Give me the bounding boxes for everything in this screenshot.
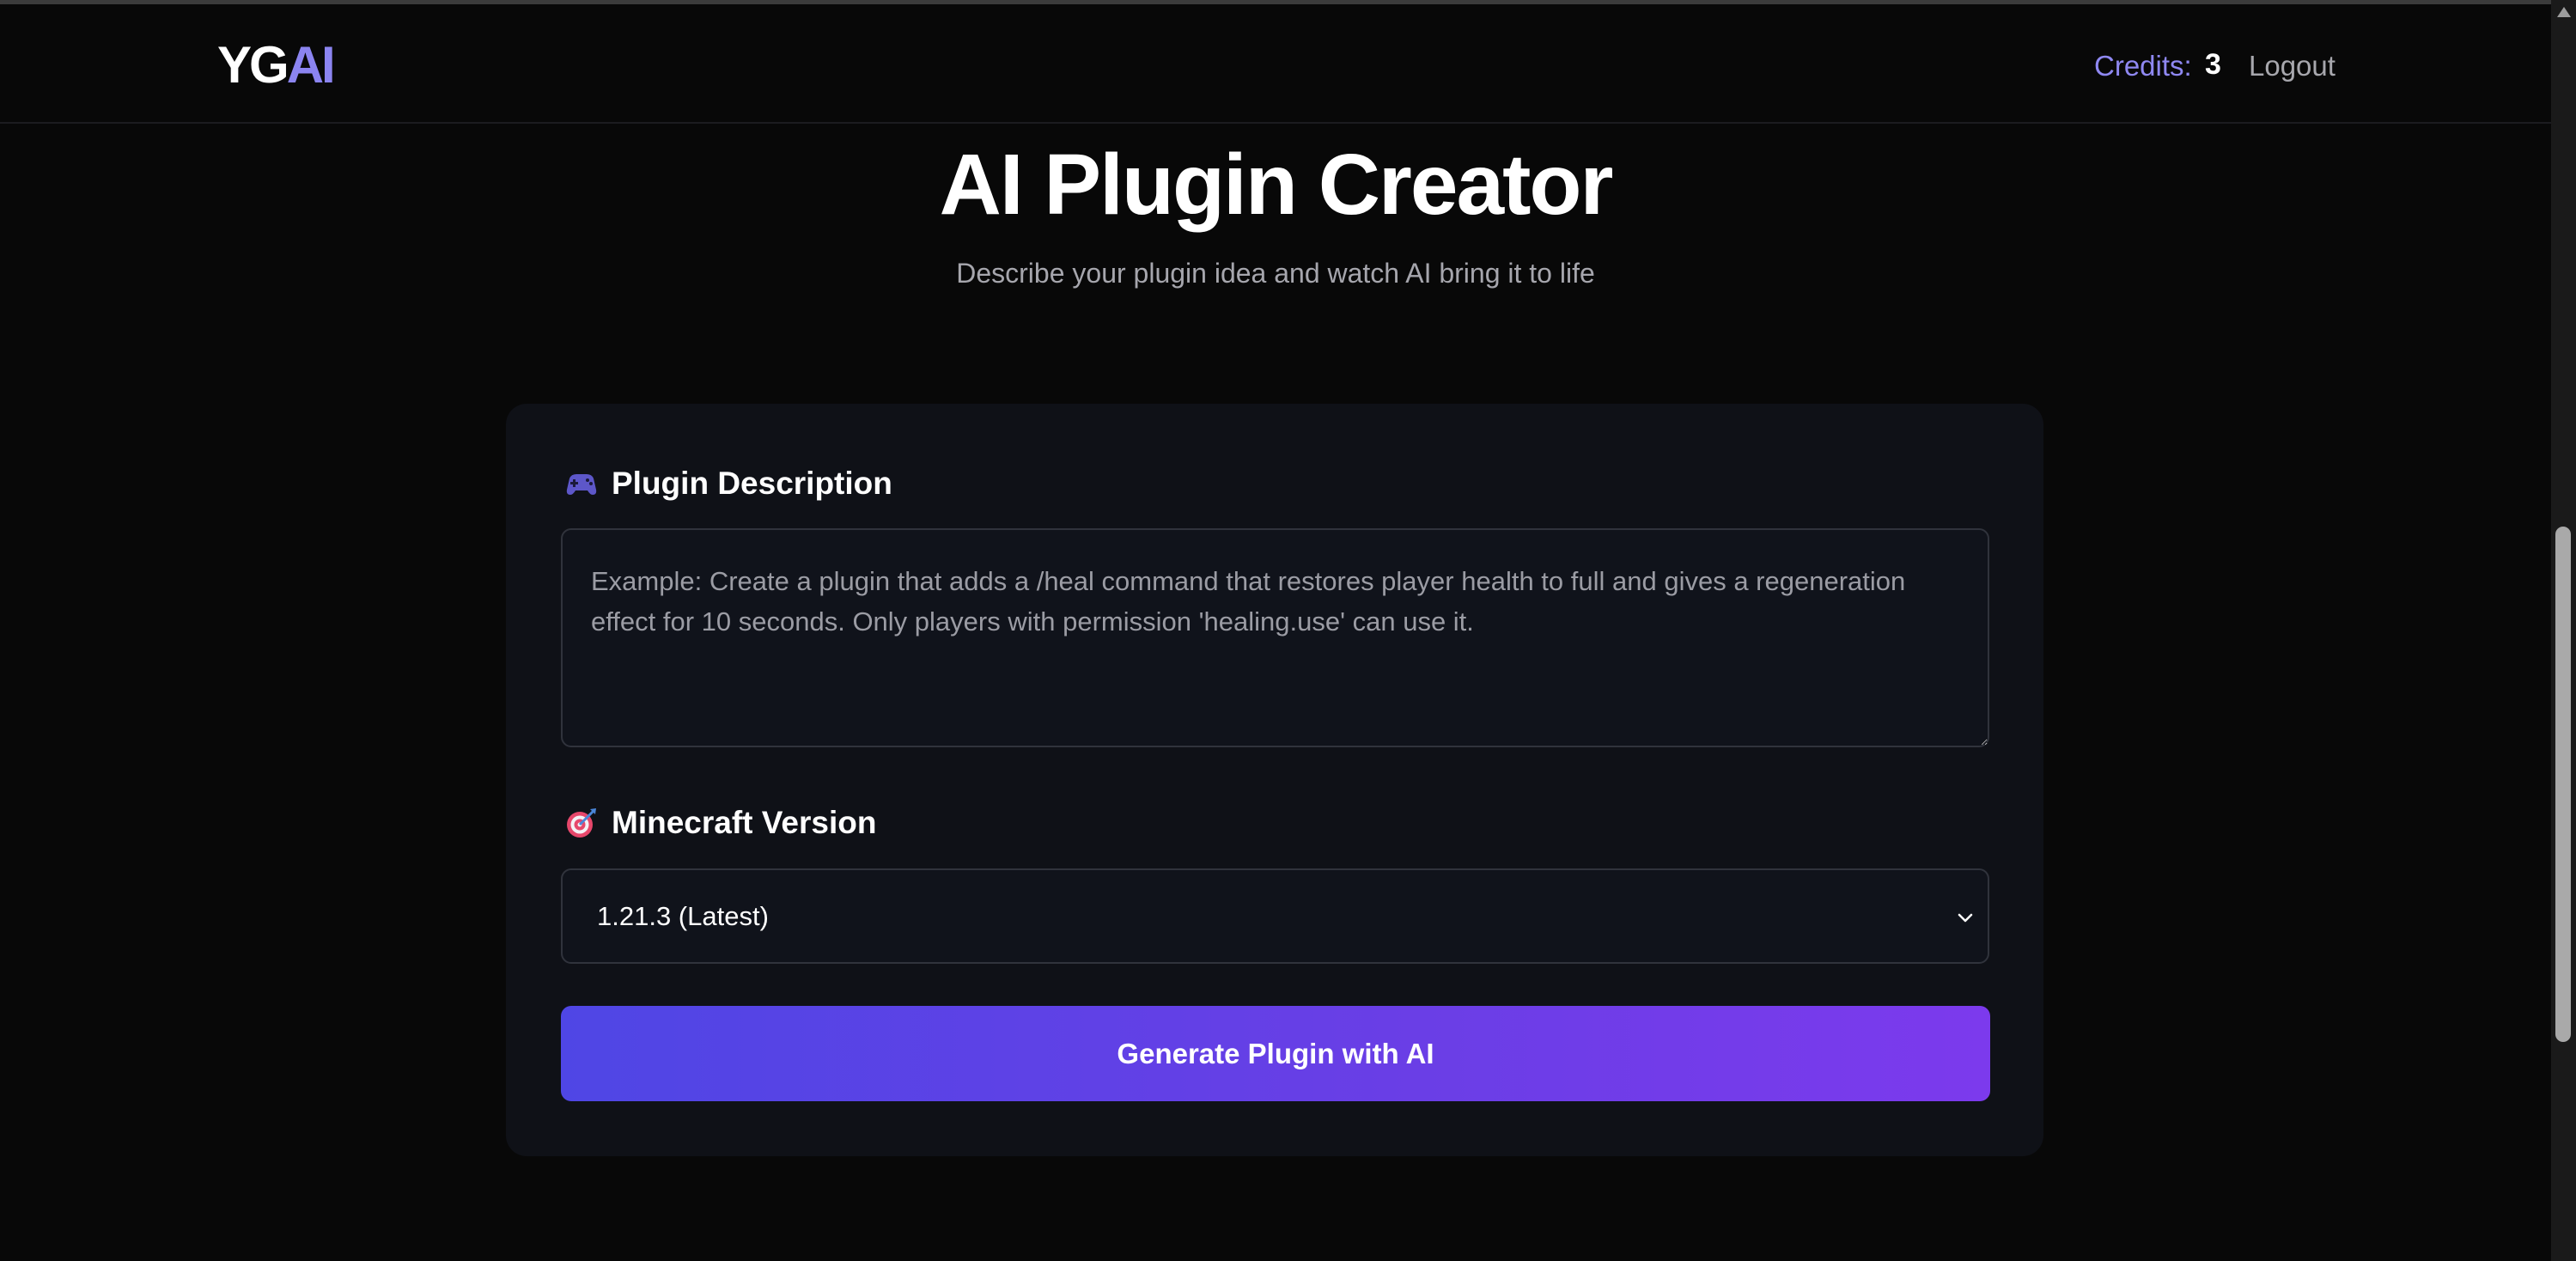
credits-label: Credits: [2094,50,2192,82]
target-icon [567,808,596,838]
minecraft-version-label: Minecraft Version [612,805,877,840]
minecraft-version-heading: Minecraft Version [564,801,876,844]
scroll-up-arrow-icon[interactable] [2557,7,2571,17]
logo-text-ai: AI [286,36,336,94]
logout-link[interactable]: Logout [2249,49,2335,83]
scrollbar-thumb[interactable] [2555,527,2571,1042]
gamepad-icon [566,474,597,495]
top-navbar: YGAI Credits: 3 Logout [0,4,2551,124]
version-selected-value: 1.21.3 (Latest) [597,900,769,931]
plugin-description-label: Plugin Description [612,466,892,501]
generate-plugin-button[interactable]: Generate Plugin with AI [561,1006,1990,1101]
chevron-down-icon [1958,913,1973,923]
brand-logo[interactable]: YGAI [217,35,336,95]
page-title: AI Plugin Creator [939,137,1614,233]
plugin-description-heading: Plugin Description [564,462,892,505]
minecraft-version-select[interactable]: 1.21.3 (Latest) [561,868,1989,964]
app-viewport: YGAI Credits: 3 Logout AI Plugin Creator… [0,0,2576,1261]
credits-count: 3 [2205,48,2221,81]
page-subtitle: Describe your plugin idea and watch AI b… [956,258,1595,289]
plugin-description-input[interactable] [561,528,1989,747]
logo-text-yg: YG [217,36,289,94]
